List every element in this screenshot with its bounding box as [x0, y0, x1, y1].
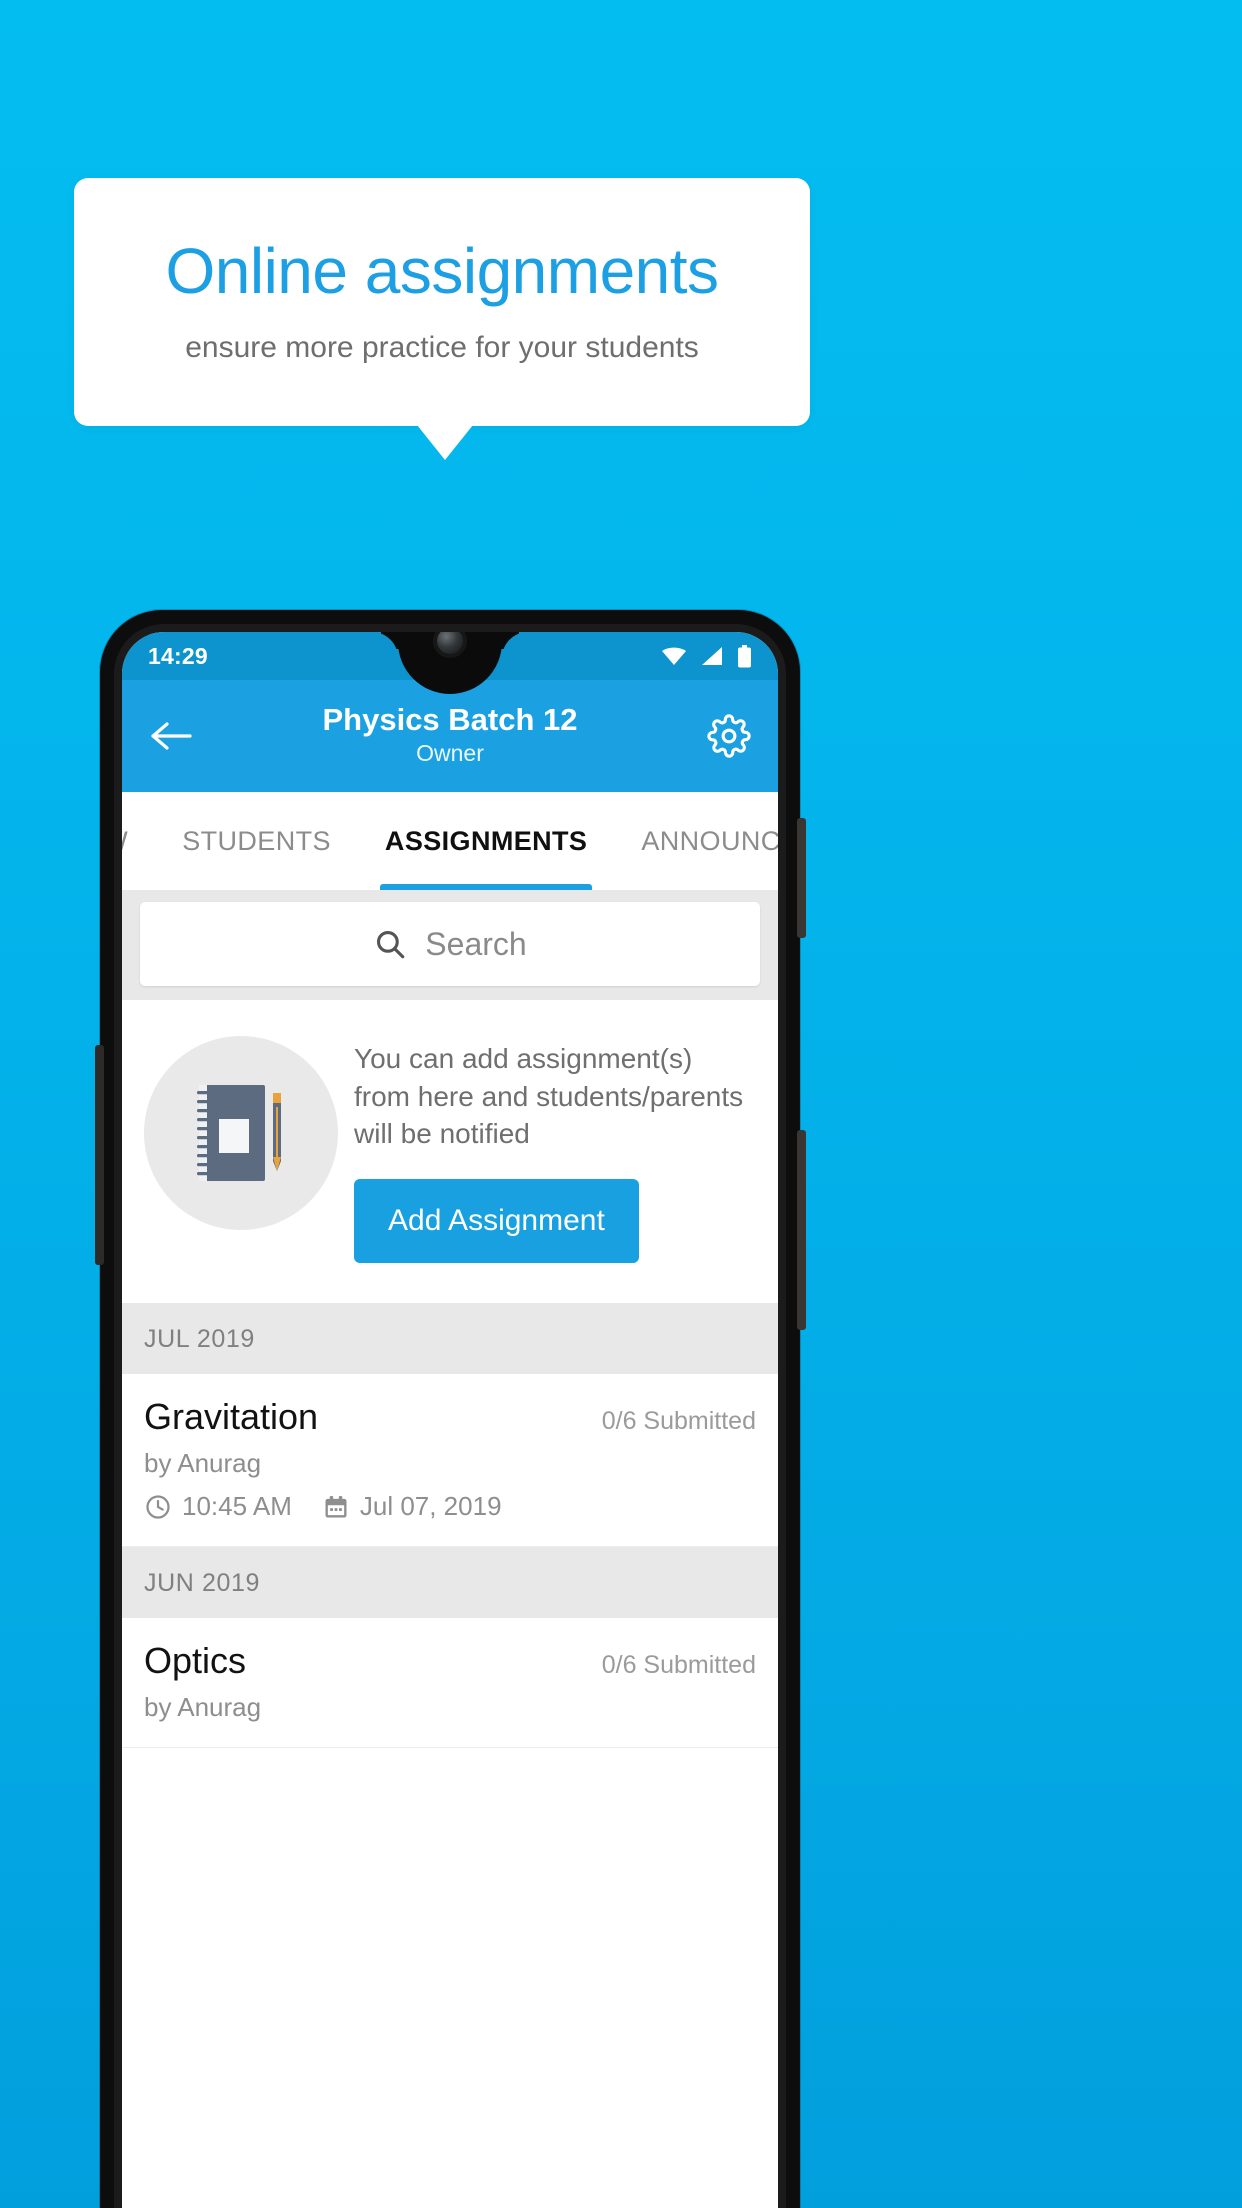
phone-left-button[interactable]: [95, 1045, 104, 1265]
page-subtitle: Owner: [416, 739, 484, 766]
tab-bar: IEW STUDENTS ASSIGNMENTS ANNOUNCEM: [122, 792, 778, 890]
assignment-header: Optics 0/6 Submitted: [144, 1640, 756, 1682]
promo-subtitle: ensure more practice for your students: [185, 330, 699, 364]
wifi-icon: [661, 646, 687, 666]
assignment-time: 10:45 AM: [182, 1491, 292, 1522]
tab-students[interactable]: STUDENTS: [155, 792, 358, 890]
gear-icon: [707, 714, 751, 758]
status-icon-group: [661, 644, 752, 668]
app-bar: Physics Batch 12 Owner: [122, 680, 778, 792]
clock-icon: [144, 1493, 172, 1521]
promo-bubble-tail: [417, 425, 473, 460]
promo-title: Online assignments: [165, 235, 719, 308]
phone-screen: 14:29 Physics Batch 12 Owner STUDENTS AS…: [122, 632, 778, 2208]
assignment-author: by Anurag: [144, 1448, 262, 1479]
page-title: Physics Batch 12: [322, 702, 578, 738]
tab-announcements[interactable]: ANNOUNCEM: [614, 792, 778, 890]
back-button[interactable]: [144, 709, 198, 763]
promo-bubble: Online assignments ensure more practice …: [74, 178, 810, 426]
search-area: Search: [122, 890, 778, 1000]
app-bar-titles: Physics Batch 12 Owner: [198, 702, 702, 769]
search-icon: [373, 927, 407, 961]
tab-students-label: STUDENTS: [182, 825, 331, 856]
assignment-row-gravitation[interactable]: Gravitation 0/6 Submitted by Anurag 10:4…: [122, 1373, 778, 1548]
assignment-author: by Anurag: [144, 1692, 262, 1723]
month-header-jun: JUN 2019: [122, 1547, 778, 1619]
assignment-submitted-count: 0/6 Submitted: [601, 1651, 756, 1680]
assignment-date: Jul 07, 2019: [359, 1491, 502, 1522]
battery-icon: [737, 644, 752, 668]
notebook-and-pen-icon: [144, 1036, 338, 1230]
phone-volume-button[interactable]: [797, 1130, 806, 1330]
assignment-header: Gravitation 0/6 Submitted: [144, 1396, 756, 1438]
empty-state-text: You can add assignment(s) from here and …: [354, 1043, 744, 1150]
search-input[interactable]: Search: [140, 902, 760, 986]
tab-announcements-label: ANNOUNCEM: [641, 825, 778, 856]
empty-state-card: You can add assignment(s) from here and …: [122, 1000, 778, 1303]
tab-assignments[interactable]: ASSIGNMENTS: [358, 792, 614, 890]
assignment-title: Gravitation: [144, 1395, 319, 1437]
search-placeholder: Search: [425, 925, 527, 962]
phone-power-button[interactable]: [797, 818, 806, 938]
tab-overview[interactable]: IEW: [122, 792, 155, 890]
assignment-title: Optics: [144, 1640, 247, 1682]
calendar-icon: [322, 1493, 350, 1521]
empty-state-content: You can add assignment(s) from here and …: [354, 1030, 756, 1263]
tab-overview-label: IEW: [122, 826, 128, 857]
status-time: 14:29: [148, 642, 208, 669]
assignment-meta: 10:45 AM Jul 07, 2019: [144, 1491, 756, 1522]
signal-icon: [700, 646, 724, 666]
back-arrow-icon: [150, 721, 192, 751]
add-assignment-button[interactable]: Add Assignment: [354, 1178, 639, 1263]
assignment-row-optics[interactable]: Optics 0/6 Submitted by Anurag: [122, 1618, 778, 1749]
tab-assignments-label: ASSIGNMENTS: [384, 825, 588, 856]
settings-button[interactable]: [702, 709, 756, 763]
status-bar: 14:29: [122, 632, 778, 680]
promo-screenshot: Online assignments ensure more practice …: [0, 0, 1242, 2208]
month-header-jul: JUL 2019: [122, 1302, 778, 1374]
phone-mockup: 14:29 Physics Batch 12 Owner STUDENTS AS…: [95, 610, 806, 2208]
assignment-submitted-count: 0/6 Submitted: [601, 1406, 756, 1435]
